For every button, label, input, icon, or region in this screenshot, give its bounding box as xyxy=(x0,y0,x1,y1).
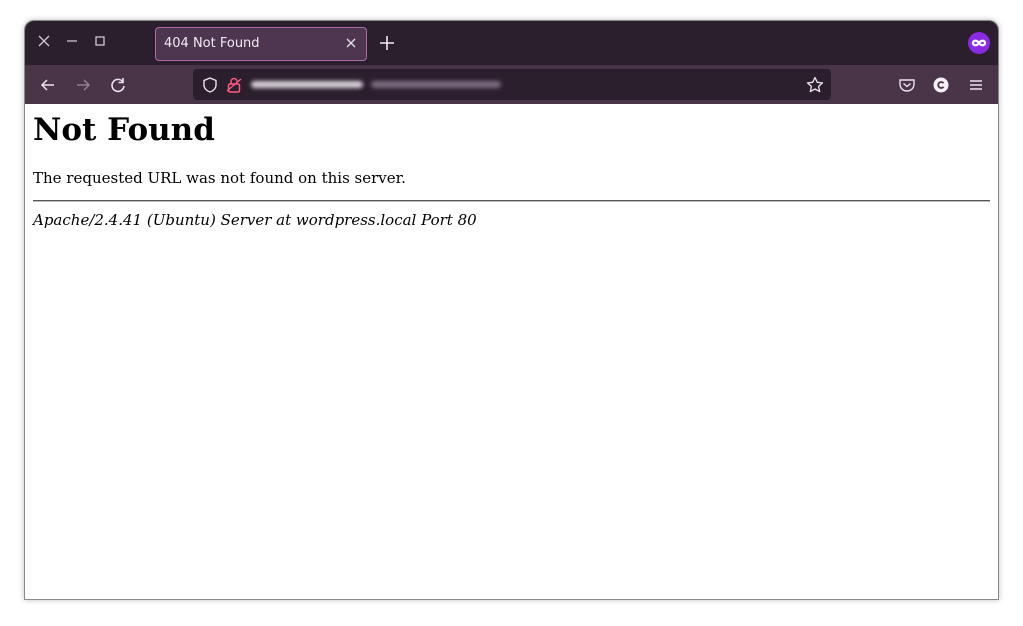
window-close-icon[interactable] xyxy=(35,33,53,51)
account-icon[interactable] xyxy=(930,74,952,96)
url-path-blurred xyxy=(371,81,501,88)
forward-arrow-icon[interactable] xyxy=(72,74,94,96)
hamburger-menu-icon[interactable] xyxy=(965,74,987,96)
bookmark-star-icon[interactable] xyxy=(805,75,825,95)
extension-infinity-icon[interactable] xyxy=(968,32,990,54)
pocket-icon[interactable] xyxy=(896,74,918,96)
tracking-protection-shield-icon[interactable] xyxy=(201,76,219,94)
server-signature: Apache/2.4.41 (Ubuntu) Server at wordpre… xyxy=(33,211,477,229)
divider xyxy=(33,200,990,202)
tab-title: 404 Not Found xyxy=(164,36,260,51)
url-host-blurred xyxy=(251,81,363,88)
reload-icon[interactable] xyxy=(107,74,129,96)
navigation-bar xyxy=(25,65,998,104)
tab-close-icon[interactable] xyxy=(344,36,358,50)
window-minimize-icon[interactable] xyxy=(63,33,81,51)
error-message: The requested URL was not found on this … xyxy=(33,169,406,187)
browser-window: 404 Not Found Not Found The requested UR… xyxy=(24,20,999,600)
tab-strip: 404 Not Found xyxy=(25,21,998,65)
window-maximize-icon[interactable] xyxy=(91,33,109,51)
tab-active[interactable]: 404 Not Found xyxy=(155,27,367,61)
insecure-connection-broken-lock-icon[interactable] xyxy=(225,76,243,94)
url-bar[interactable] xyxy=(193,69,831,100)
new-tab-plus-icon[interactable] xyxy=(377,33,397,53)
back-arrow-icon[interactable] xyxy=(37,74,59,96)
page-title: Not Found xyxy=(33,112,215,148)
page-content: Not Found The requested URL was not foun… xyxy=(25,104,998,599)
